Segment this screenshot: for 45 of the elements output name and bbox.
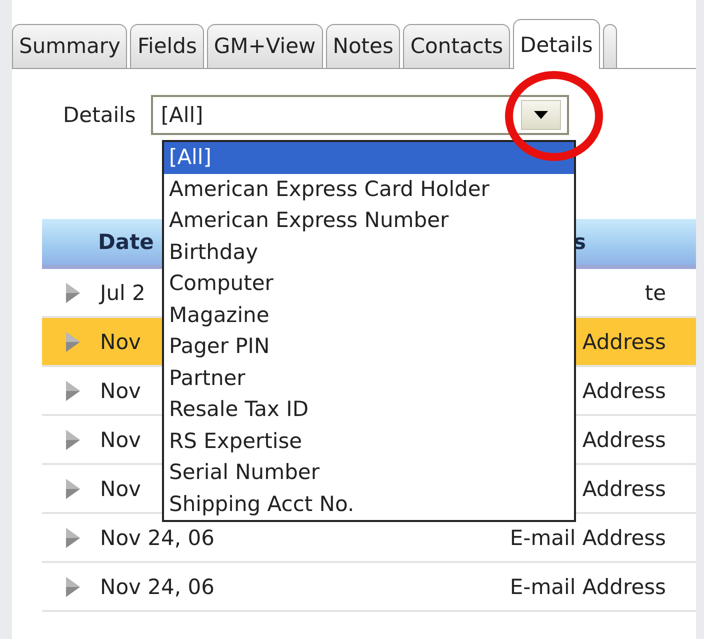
tab[interactable]: Summary xyxy=(12,24,128,68)
expand-arrow-icon[interactable] xyxy=(66,332,80,352)
dropdown-option[interactable]: Partner xyxy=(164,362,574,394)
details-dropdown[interactable]: [All] xyxy=(150,95,569,135)
expand-arrow-icon[interactable] xyxy=(66,430,80,450)
dropdown-button[interactable] xyxy=(520,100,561,130)
tab[interactable]: Fields xyxy=(130,24,204,68)
tab[interactable] xyxy=(602,24,617,68)
table-cell: Address xyxy=(582,378,666,402)
tab[interactable]: GM+View xyxy=(206,24,323,68)
tab[interactable]: Contacts xyxy=(403,24,510,68)
table-cell: Address xyxy=(582,428,666,452)
dropdown-option[interactable]: Pager PIN xyxy=(164,331,574,362)
caret-icon xyxy=(534,111,548,119)
dropdown-option[interactable]: [All] xyxy=(164,142,574,174)
tab[interactable]: Details xyxy=(513,19,600,69)
filter-label: Details xyxy=(63,103,136,127)
tab[interactable]: Notes xyxy=(326,24,400,68)
expand-arrow-icon[interactable] xyxy=(66,528,80,548)
table-cell: Nov xyxy=(100,428,141,452)
table-row[interactable]: Nov 24, 06 E-mail Address xyxy=(42,563,696,612)
dropdown-option[interactable]: Serial Number xyxy=(164,457,574,488)
table-cell: E-mail Address xyxy=(510,574,666,598)
expand-arrow-icon[interactable] xyxy=(66,576,80,596)
table-cell: Jul 2 xyxy=(100,280,146,304)
table-cell: Address xyxy=(582,330,666,354)
table-cell: Nov xyxy=(100,476,141,500)
expand-arrow-icon[interactable] xyxy=(66,478,80,498)
expand-arrow-icon[interactable] xyxy=(66,380,80,400)
dropdown-option[interactable]: Resale Tax ID xyxy=(164,394,574,426)
dropdown-option[interactable]: Birthday xyxy=(164,236,574,268)
dropdown-option[interactable]: Magazine xyxy=(164,300,574,331)
table-cell: E-mail Address xyxy=(510,526,666,550)
dropdown-option[interactable]: Computer xyxy=(164,268,574,300)
table-cell: Nov 24, 06 xyxy=(100,526,214,550)
column-header[interactable]: Date xyxy=(98,230,154,254)
table-cell: te xyxy=(644,280,666,304)
table-cell: Address xyxy=(582,476,666,500)
dropdown-option[interactable]: American Express Number xyxy=(164,205,574,236)
table-cell: Nov 24, 06 xyxy=(100,574,214,598)
dropdown-option[interactable]: American Express Card Holder xyxy=(164,174,574,205)
table-cell: Nov xyxy=(100,330,141,354)
table-cell: Nov xyxy=(100,378,141,402)
dropdown-option[interactable]: RS Expertise xyxy=(164,426,574,457)
expand-arrow-icon[interactable] xyxy=(66,282,80,302)
